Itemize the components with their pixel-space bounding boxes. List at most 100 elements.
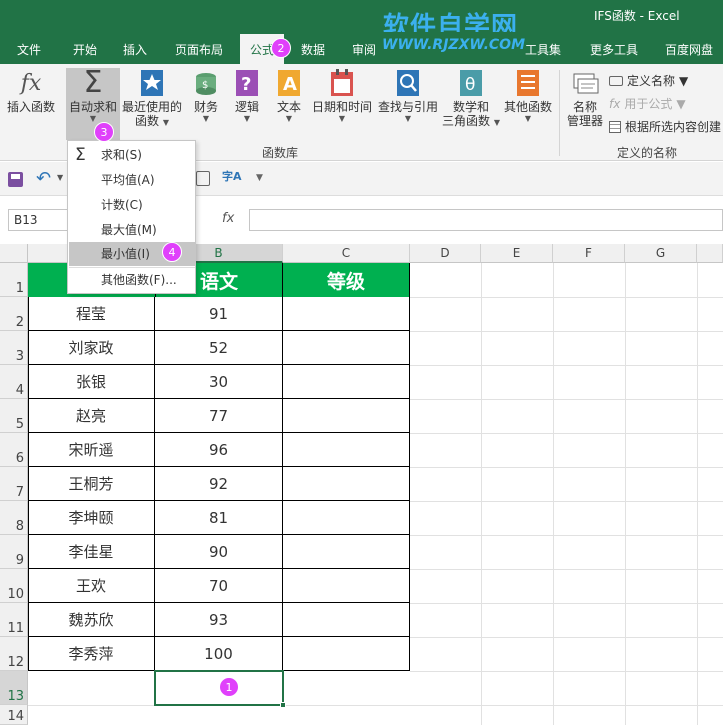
name-cell[interactable]: 李佳星 — [28, 535, 155, 569]
name-cell[interactable]: 李秀萍 — [28, 637, 155, 671]
lookup-reference-button[interactable]: 查找与引用 ▼ — [377, 68, 439, 123]
row-header[interactable]: 4 — [0, 365, 28, 399]
gridline — [410, 433, 723, 434]
row-header[interactable]: 12 — [0, 637, 28, 671]
column-header-h[interactable] — [697, 244, 723, 263]
header-cell-c1[interactable]: 等级 — [283, 263, 410, 297]
financial-button[interactable]: $ 财务 ▼ — [189, 68, 223, 123]
undo-icon[interactable]: ↶ — [36, 168, 51, 189]
create-from-selection-button[interactable]: 根据所选内容创建 — [609, 118, 721, 135]
text-a-icon: A — [274, 68, 304, 98]
grade-cell[interactable] — [283, 501, 410, 535]
row-header[interactable]: 3 — [0, 331, 28, 365]
tab-data[interactable]: 数据 — [301, 41, 325, 58]
score-cell[interactable]: 81 — [155, 501, 283, 535]
name-cell[interactable]: 李坤颐 — [28, 501, 155, 535]
name-cell[interactable]: 张银 — [28, 365, 155, 399]
grade-cell[interactable] — [283, 331, 410, 365]
name-cell[interactable]: 赵亮 — [28, 399, 155, 433]
select-all-corner[interactable] — [0, 244, 28, 263]
theta-icon: θ — [456, 68, 486, 98]
define-name-button[interactable]: 定义名称 ▼ — [609, 72, 688, 89]
recent-functions-button[interactable]: 最近使用的 函数 ▼ — [122, 68, 182, 130]
row-header[interactable]: 7 — [0, 467, 28, 501]
formula-input[interactable] — [249, 209, 723, 231]
save-icon[interactable] — [8, 172, 23, 187]
row-header[interactable]: 1 — [0, 263, 28, 297]
name-cell[interactable]: 刘家政 — [28, 331, 155, 365]
column-header-c[interactable]: C — [283, 244, 410, 263]
more-functions-button[interactable]: 其他函数 ▼ — [503, 68, 553, 123]
svg-text:$: $ — [202, 80, 208, 91]
use-in-formula-button[interactable]: fx 用于公式 ▼ — [609, 95, 686, 112]
menu-item-max[interactable]: 最大值(M) — [69, 218, 195, 242]
tab-page-layout[interactable]: 页面布局 — [175, 41, 223, 58]
grade-cell[interactable] — [283, 297, 410, 331]
insert-function-button[interactable]: fx 插入函数 — [4, 68, 58, 115]
tab-baidu-pan[interactable]: 百度网盘 — [665, 41, 713, 58]
spelling-icon[interactable]: 字A — [222, 168, 242, 184]
grade-cell[interactable] — [283, 467, 410, 501]
score-cell[interactable]: 100 — [155, 637, 283, 671]
row-header[interactable]: 6 — [0, 433, 28, 467]
score-cell[interactable]: 96 — [155, 433, 283, 467]
math-trig-button[interactable]: θ 数学和 三角函数 ▼ — [442, 68, 500, 130]
ribbon-tab-bar: 文件 开始 插入 页面布局 公式 数据 审阅 工具集 更多工具 百度网盘 WWW… — [0, 32, 723, 64]
customize-qat-icon[interactable]: ▼ — [256, 173, 263, 183]
score-cell[interactable]: 70 — [155, 569, 283, 603]
row-header[interactable]: 11 — [0, 603, 28, 637]
text-button[interactable]: A 文本 ▼ — [274, 68, 304, 123]
tab-more-tools[interactable]: 更多工具 — [590, 41, 638, 58]
logical-button[interactable]: ? 逻辑 ▼ — [232, 68, 262, 123]
column-header-e[interactable]: E — [481, 244, 553, 263]
chevron-down-icon: ▼ — [243, 114, 251, 123]
name-cell[interactable]: 王桐芳 — [28, 467, 155, 501]
name-cell[interactable]: 魏苏欣 — [28, 603, 155, 637]
row-header[interactable]: 14 — [0, 705, 28, 725]
chevron-down-icon: ▼ — [676, 96, 686, 111]
menu-item-count[interactable]: 计数(C) — [69, 193, 195, 217]
row-header[interactable]: 2 — [0, 297, 28, 331]
score-cell[interactable]: 90 — [155, 535, 283, 569]
name-cell[interactable]: 王欢 — [28, 569, 155, 603]
menu-item-sum[interactable]: Σ 求和(S) — [69, 143, 195, 167]
grade-cell[interactable] — [283, 637, 410, 671]
print-preview-icon[interactable] — [196, 171, 210, 186]
score-cell[interactable]: 30 — [155, 365, 283, 399]
score-cell[interactable]: 52 — [155, 331, 283, 365]
insert-function-icon[interactable]: fx — [222, 211, 234, 226]
grade-cell[interactable] — [283, 603, 410, 637]
tab-review[interactable]: 审阅 — [352, 41, 376, 58]
score-cell[interactable]: 93 — [155, 603, 283, 637]
score-cell[interactable]: 92 — [155, 467, 283, 501]
column-header-d[interactable]: D — [410, 244, 481, 263]
menu-item-average[interactable]: 平均值(A) — [69, 168, 195, 192]
name-cell[interactable]: 程莹 — [28, 297, 155, 331]
fill-handle[interactable] — [280, 702, 286, 708]
column-header-f[interactable]: F — [553, 244, 625, 263]
grade-cell[interactable] — [283, 365, 410, 399]
tab-file[interactable]: 文件 — [17, 41, 41, 58]
grade-cell[interactable] — [283, 569, 410, 603]
grade-cell[interactable] — [283, 535, 410, 569]
row-header[interactable]: 13 — [0, 671, 28, 705]
chevron-down-icon: ▼ — [493, 118, 500, 127]
date-time-button[interactable]: 日期和时间 ▼ — [312, 68, 372, 123]
grade-cell[interactable] — [283, 399, 410, 433]
tab-home[interactable]: 开始 — [73, 41, 97, 58]
chevron-down-icon[interactable]: ▼ — [57, 173, 63, 182]
grade-cell[interactable] — [283, 433, 410, 467]
row-header[interactable]: 9 — [0, 535, 28, 569]
score-cell[interactable]: 91 — [155, 297, 283, 331]
name-cell[interactable]: 宋昕遥 — [28, 433, 155, 467]
svg-text:?: ? — [241, 74, 251, 95]
menu-item-more-functions[interactable]: 其他函数(F)... — [69, 268, 195, 292]
column-header-g[interactable]: G — [625, 244, 697, 263]
row-header[interactable]: 5 — [0, 399, 28, 433]
row-header[interactable]: 10 — [0, 569, 28, 603]
name-manager-button[interactable]: 名称 管理器 — [565, 68, 605, 128]
tab-insert[interactable]: 插入 — [123, 41, 147, 58]
tab-toolset[interactable]: 工具集 — [525, 41, 561, 58]
score-cell[interactable]: 77 — [155, 399, 283, 433]
row-header[interactable]: 8 — [0, 501, 28, 535]
